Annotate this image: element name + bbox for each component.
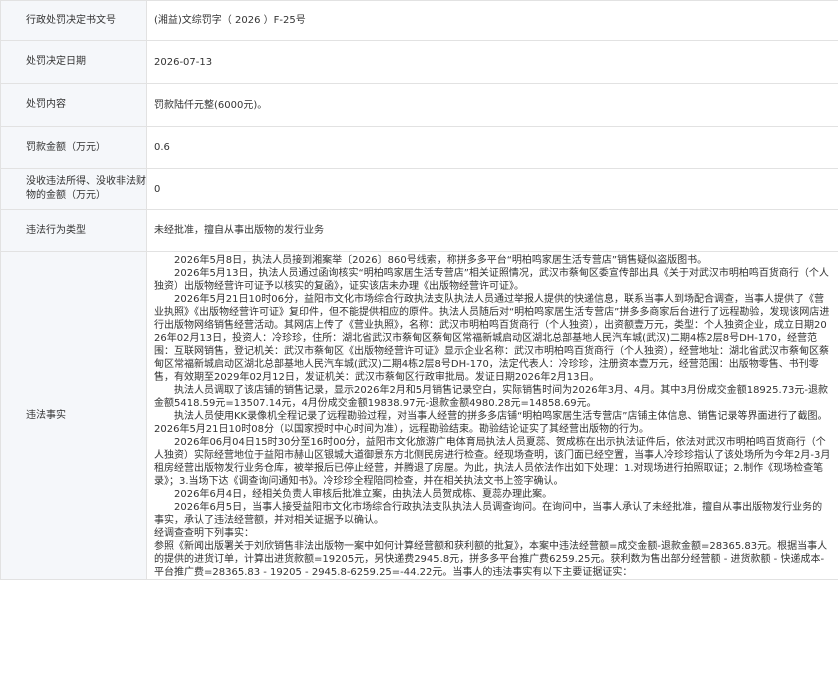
penalty-info-table: 行政处罚决定书文号 (湘益)文综罚字（ 2026 ）F-25号 处罚决定日期 2… — [0, 0, 838, 580]
value-fine-amount: 0.6 — [146, 126, 838, 169]
row-decision-date: 处罚决定日期 2026-07-13 — [0, 40, 838, 84]
facts-paragraph: 执法人员调取了该店铺的销售记录，显示2026年2月和5月销售记录空白，实际销售时… — [154, 385, 829, 409]
value-confiscation-amount: 0 — [146, 168, 838, 210]
facts-paragraph: 2026年5月13日，执法人员通过函询核实“明柏鸣家居生活专营店”相关证照情况，… — [154, 268, 829, 292]
facts-paragraph: 2026年5月8日，执法人员接到湘案举〔2026〕860号线索，称拼多多平台“明… — [174, 255, 708, 266]
facts-calculation: 参照《新闻出版署关于刘欣销售非法出版物一案中如何计算经营额和获利额的批复》，本案… — [154, 541, 828, 578]
value-violation-type: 未经批准，擅自从事出版物的发行业务 — [146, 209, 838, 252]
value-penalty-content: 罚款陆仟元整(6000元)。 — [146, 83, 838, 127]
row-violation-type: 违法行为类型 未经批准，擅自从事出版物的发行业务 — [0, 209, 838, 252]
value-decision-date: 2026-07-13 — [146, 40, 838, 84]
row-violation-facts: 违法事实 2026年5月8日，执法人员接到湘案举〔2026〕860号线索，称拼多… — [0, 251, 838, 580]
row-fine-amount: 罚款金额（万元） 0.6 — [0, 126, 838, 169]
value-decision-number: (湘益)文综罚字（ 2026 ）F-25号 — [146, 0, 838, 41]
label-penalty-content: 处罚内容 — [0, 83, 147, 127]
label-decision-number: 行政处罚决定书文号 — [0, 0, 147, 41]
facts-paragraph: 2026年5月21日10时06分，益阳市文化市场综合行政执法支队执法人员通过举报… — [154, 294, 830, 383]
row-confiscation-amount: 没收违法所得、没收非法财物的金额（万元） 0 — [0, 168, 838, 210]
label-violation-facts: 违法事实 — [0, 251, 147, 580]
row-penalty-content: 处罚内容 罚款陆仟元整(6000元)。 — [0, 83, 838, 127]
label-fine-amount: 罚款金额（万元） — [0, 126, 147, 169]
row-decision-number: 行政处罚决定书文号 (湘益)文综罚字（ 2026 ）F-25号 — [0, 0, 838, 41]
facts-paragraph: 执法人员使用KK录像机全程记录了远程勘验过程，对当事人经营的拼多多店铺“明柏鸣家… — [154, 411, 828, 435]
facts-paragraph: 2026年06月04日15时30分至16时00分，益阳市文化旅游广电体育局执法人… — [154, 437, 831, 487]
facts-paragraph: 2026年6月4日，经相关负责人审核后批准立案，由执法人员贺成栋、夏蕊办理此案。 — [174, 489, 553, 500]
value-violation-facts: 2026年5月8日，执法人员接到湘案举〔2026〕860号线索，称拼多多平台“明… — [146, 251, 838, 580]
label-decision-date: 处罚决定日期 — [0, 40, 147, 84]
label-confiscation-amount: 没收违法所得、没收非法财物的金额（万元） — [0, 168, 147, 210]
facts-subheading: 经调查查明下列事实： — [154, 528, 254, 539]
label-violation-type: 违法行为类型 — [0, 209, 147, 252]
facts-paragraph: 2026年6月5日，当事人接受益阳市文化市场综合行政执法支队执法人员调查询问。在… — [154, 502, 823, 526]
